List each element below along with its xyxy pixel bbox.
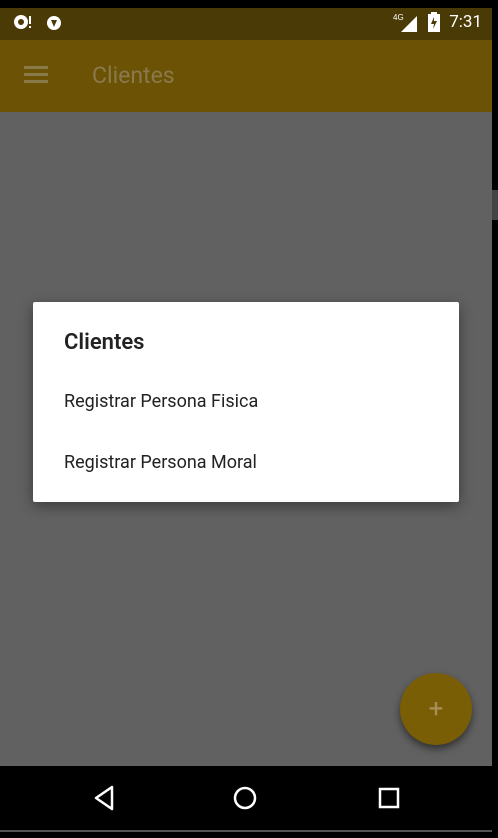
status-bar: 4G 7:31 [0, 8, 492, 40]
bottom-divider [0, 830, 492, 832]
add-fab-button[interactable]: + [400, 673, 472, 745]
device-screen: 4G 7:31 Clientes Clientes Registrar Pers… [0, 0, 492, 838]
battery-icon [428, 12, 441, 32]
window-scrollbar[interactable] [492, 190, 498, 220]
app-title: Clientes [92, 62, 175, 89]
registrar-persona-fisica-option[interactable]: Registrar Persona Fisica [64, 391, 258, 412]
recents-icon[interactable] [375, 784, 403, 812]
dialog-title: Clientes [64, 330, 145, 355]
status-right-icons: 4G 7:31 [393, 12, 482, 32]
shield-icon [47, 16, 61, 30]
app-bar: Clientes [0, 40, 492, 112]
status-time: 7:31 [449, 12, 482, 32]
navigation-bar [0, 766, 492, 828]
back-icon[interactable] [90, 784, 118, 812]
notification-chat-icon [14, 15, 31, 29]
status-left-icons [12, 14, 62, 32]
clientes-dialog: Clientes Registrar Persona Fisica Regist… [33, 302, 459, 502]
signal-4g-icon: 4G [393, 13, 418, 32]
hamburger-menu-icon[interactable] [24, 66, 48, 84]
home-icon[interactable] [231, 784, 259, 812]
registrar-persona-moral-option[interactable]: Registrar Persona Moral [64, 452, 257, 473]
network-label: 4G [393, 13, 404, 22]
